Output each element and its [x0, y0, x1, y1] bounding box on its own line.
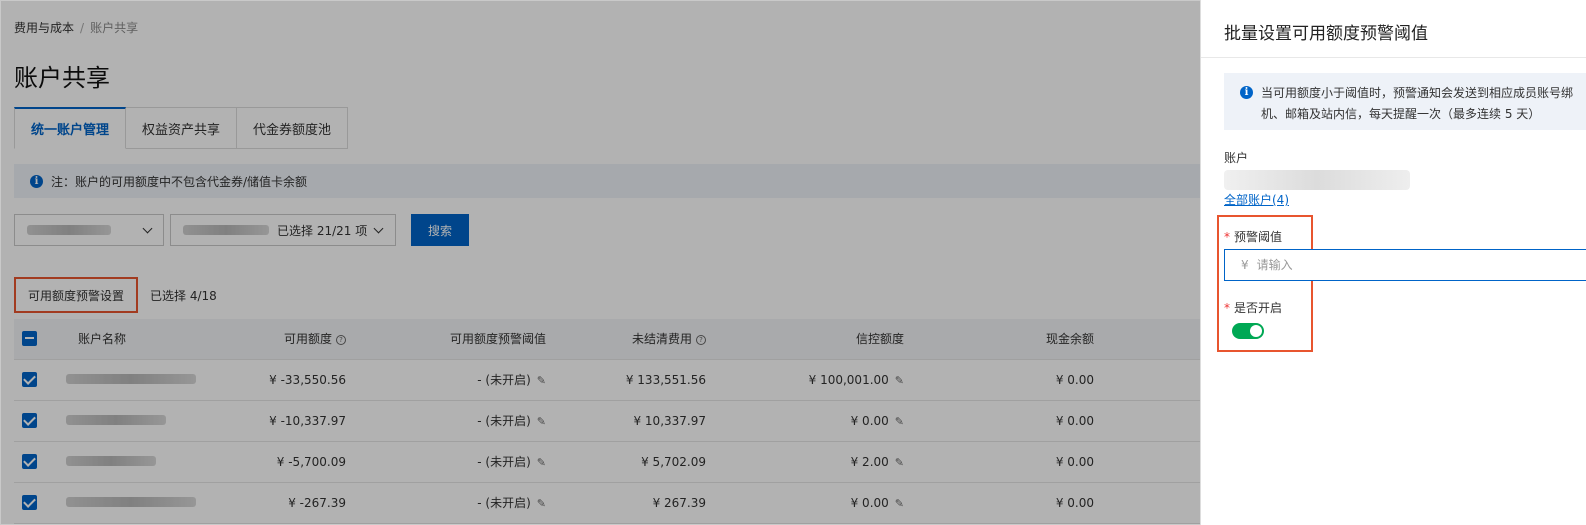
cell-credit: ¥ 2.00 ✎ — [714, 441, 912, 483]
edit-icon[interactable]: ✎ — [537, 415, 546, 428]
tab-voucher-pool[interactable]: 代金券额度池 — [237, 107, 349, 149]
table-row: ¥ -10,337.97 - (未开启) ✎ ¥ 10,337.97 ¥ 0.00… — [14, 400, 1200, 442]
cell-cash: ¥ 0.00 — [912, 359, 1102, 401]
currency-prefix: ¥ — [1241, 258, 1249, 272]
threshold-drawer: 批量设置可用额度预警阈值 i 当可用额度小于阈值时，预警通知会发送到相应成员账号… — [1200, 0, 1586, 525]
filter-type-select[interactable] — [14, 214, 164, 246]
edit-icon[interactable]: ✎ — [895, 374, 904, 387]
info-notice: i 注：账户的可用额度中不包含代金券/储值卡余额 — [14, 164, 1200, 198]
account-multi-select[interactable]: 已选择 21/21 项 — [170, 214, 396, 246]
redacted-text — [183, 225, 269, 235]
edit-icon[interactable]: ✎ — [537, 456, 546, 469]
threshold-input[interactable] — [1256, 258, 1457, 272]
accounts-table: 账户名称 可用额度? 可用额度预警阈值 未结清费用? 信控额度 现金余额 ¥ -… — [14, 319, 1200, 524]
select-all-header — [14, 319, 54, 360]
drawer-notice-line2: 机、邮箱及站内信，每天提醒一次（最多连续 5 天） — [1261, 107, 1541, 121]
cell-credit: ¥ 0.00 ✎ — [714, 400, 912, 442]
edit-icon[interactable]: ✎ — [895, 456, 904, 469]
cell-available: ¥ -5,700.09 — [214, 441, 354, 483]
cell-cash: ¥ 0.00 — [912, 482, 1102, 524]
threshold-settings-button[interactable]: 可用额度预警设置 — [14, 277, 139, 313]
redacted-account-name — [66, 455, 156, 466]
cell-credit: ¥ 100,001.00 ✎ — [714, 359, 912, 401]
all-accounts-link[interactable]: 全部账户(4) — [1224, 191, 1289, 208]
row-checkbox[interactable] — [22, 372, 37, 387]
page-title: 账户共享 — [14, 64, 110, 92]
threshold-label: * 预警阈值 — [1224, 230, 1283, 244]
col-credit: 信控额度 — [714, 319, 912, 360]
edit-icon[interactable]: ✎ — [895, 497, 904, 510]
help-icon[interactable]: ? — [336, 334, 346, 345]
cell-threshold: - (未开启) ✎ — [354, 441, 554, 483]
cell-threshold: - (未开启) ✎ — [354, 400, 554, 442]
threshold-input-wrapper: ¥ — [1224, 249, 1586, 281]
cell-threshold: - (未开启) ✎ — [354, 359, 554, 401]
drawer-notice-line1: 当可用额度小于阈值时，预警通知会发送到相应成员账号绑 — [1261, 86, 1574, 100]
cell-available: ¥ -33,550.56 — [214, 359, 354, 401]
cell-available: ¥ -10,337.97 — [214, 400, 354, 442]
cell-unsettled: ¥ 5,702.09 — [554, 441, 714, 483]
filter-bar: 已选择 21/21 项 — [14, 214, 396, 246]
redacted-account — [1224, 170, 1410, 190]
cell-cash: ¥ 0.00 — [912, 400, 1102, 442]
edit-icon[interactable]: ✎ — [537, 497, 546, 510]
account-label: 账户 — [1224, 151, 1249, 165]
redacted-account-name — [66, 373, 196, 384]
breadcrumb-parent[interactable]: 费用与成本 — [14, 21, 74, 35]
selected-count: 已选择 4/18 — [150, 288, 217, 303]
help-icon[interactable]: ? — [696, 334, 706, 345]
cell-available: ¥ -267.39 — [214, 482, 354, 524]
divider — [1201, 57, 1586, 58]
multi-select-summary: 已选择 21/21 项 — [277, 223, 368, 238]
drawer-title: 批量设置可用额度预警阈值 — [1224, 24, 1428, 44]
chevron-down-icon — [142, 223, 153, 233]
row-checkbox[interactable] — [22, 413, 37, 428]
cell-unsettled: ¥ 133,551.56 — [554, 359, 714, 401]
row-checkbox[interactable] — [22, 454, 37, 469]
info-icon: i — [30, 174, 43, 188]
table-row: ¥ -5,700.09 - (未开启) ✎ ¥ 5,702.09 ¥ 2.00 ✎ … — [14, 441, 1200, 483]
table-row: ¥ -33,550.56 - (未开启) ✎ ¥ 133,551.56 ¥ 100… — [14, 359, 1200, 401]
select-all-checkbox[interactable] — [22, 331, 37, 347]
table-header-row: 账户名称 可用额度? 可用额度预警阈值 未结清费用? 信控额度 现金余额 — [14, 319, 1200, 360]
edit-icon[interactable]: ✎ — [537, 374, 546, 387]
cell-threshold: - (未开启) ✎ — [354, 482, 554, 524]
col-account-name: 账户名称 — [54, 319, 214, 360]
col-available: 可用额度? — [214, 319, 354, 360]
search-button[interactable]: 搜索 — [411, 214, 469, 246]
drawer-notice: i 当可用额度小于阈值时，预警通知会发送到相应成员账号绑 机、邮箱及站内信，每天… — [1224, 73, 1586, 130]
info-icon: i — [1240, 86, 1253, 99]
action-row: 可用额度预警设置 已选择 4/18 — [14, 277, 217, 313]
cell-unsettled: ¥ 10,337.97 — [554, 400, 714, 442]
col-threshold: 可用额度预警阈值 — [354, 319, 554, 360]
row-checkbox[interactable] — [22, 495, 37, 510]
edit-icon[interactable]: ✎ — [895, 415, 904, 428]
toggle-knob — [1250, 325, 1262, 337]
notice-text: 注：账户的可用额度中不包含代金券/储值卡余额 — [51, 174, 308, 189]
cell-credit: ¥ 0.00 ✎ — [714, 482, 912, 524]
redacted-account-name — [66, 414, 166, 425]
tab-unified-account[interactable]: 统一账户管理 — [14, 107, 127, 149]
col-cash: 现金余额 — [912, 319, 1102, 360]
tab-bar: 统一账户管理 权益资产共享 代金券额度池 — [14, 107, 349, 149]
breadcrumb: 费用与成本 / 账户共享 — [14, 21, 139, 35]
main-page: 费用与成本 / 账户共享 账户共享 统一账户管理 权益资产共享 代金券额度池 i 注… — [0, 0, 1200, 525]
enable-toggle[interactable] — [1232, 323, 1264, 339]
chevron-down-icon — [373, 223, 384, 233]
col-unsettled: 未结清费用? — [554, 319, 714, 360]
redacted-account-name — [66, 496, 196, 507]
cell-unsettled: ¥ 267.39 — [554, 482, 714, 524]
redacted-text — [27, 225, 111, 235]
enable-label: * 是否开启 — [1224, 301, 1283, 315]
cell-cash: ¥ 0.00 — [912, 441, 1102, 483]
tab-benefit-sharing[interactable]: 权益资产共享 — [126, 107, 238, 149]
table-row: ¥ -267.39 - (未开启) ✎ ¥ 267.39 ¥ 0.00 ✎ ¥ 0.… — [14, 482, 1200, 524]
breadcrumb-current: 账户共享 — [90, 21, 139, 35]
